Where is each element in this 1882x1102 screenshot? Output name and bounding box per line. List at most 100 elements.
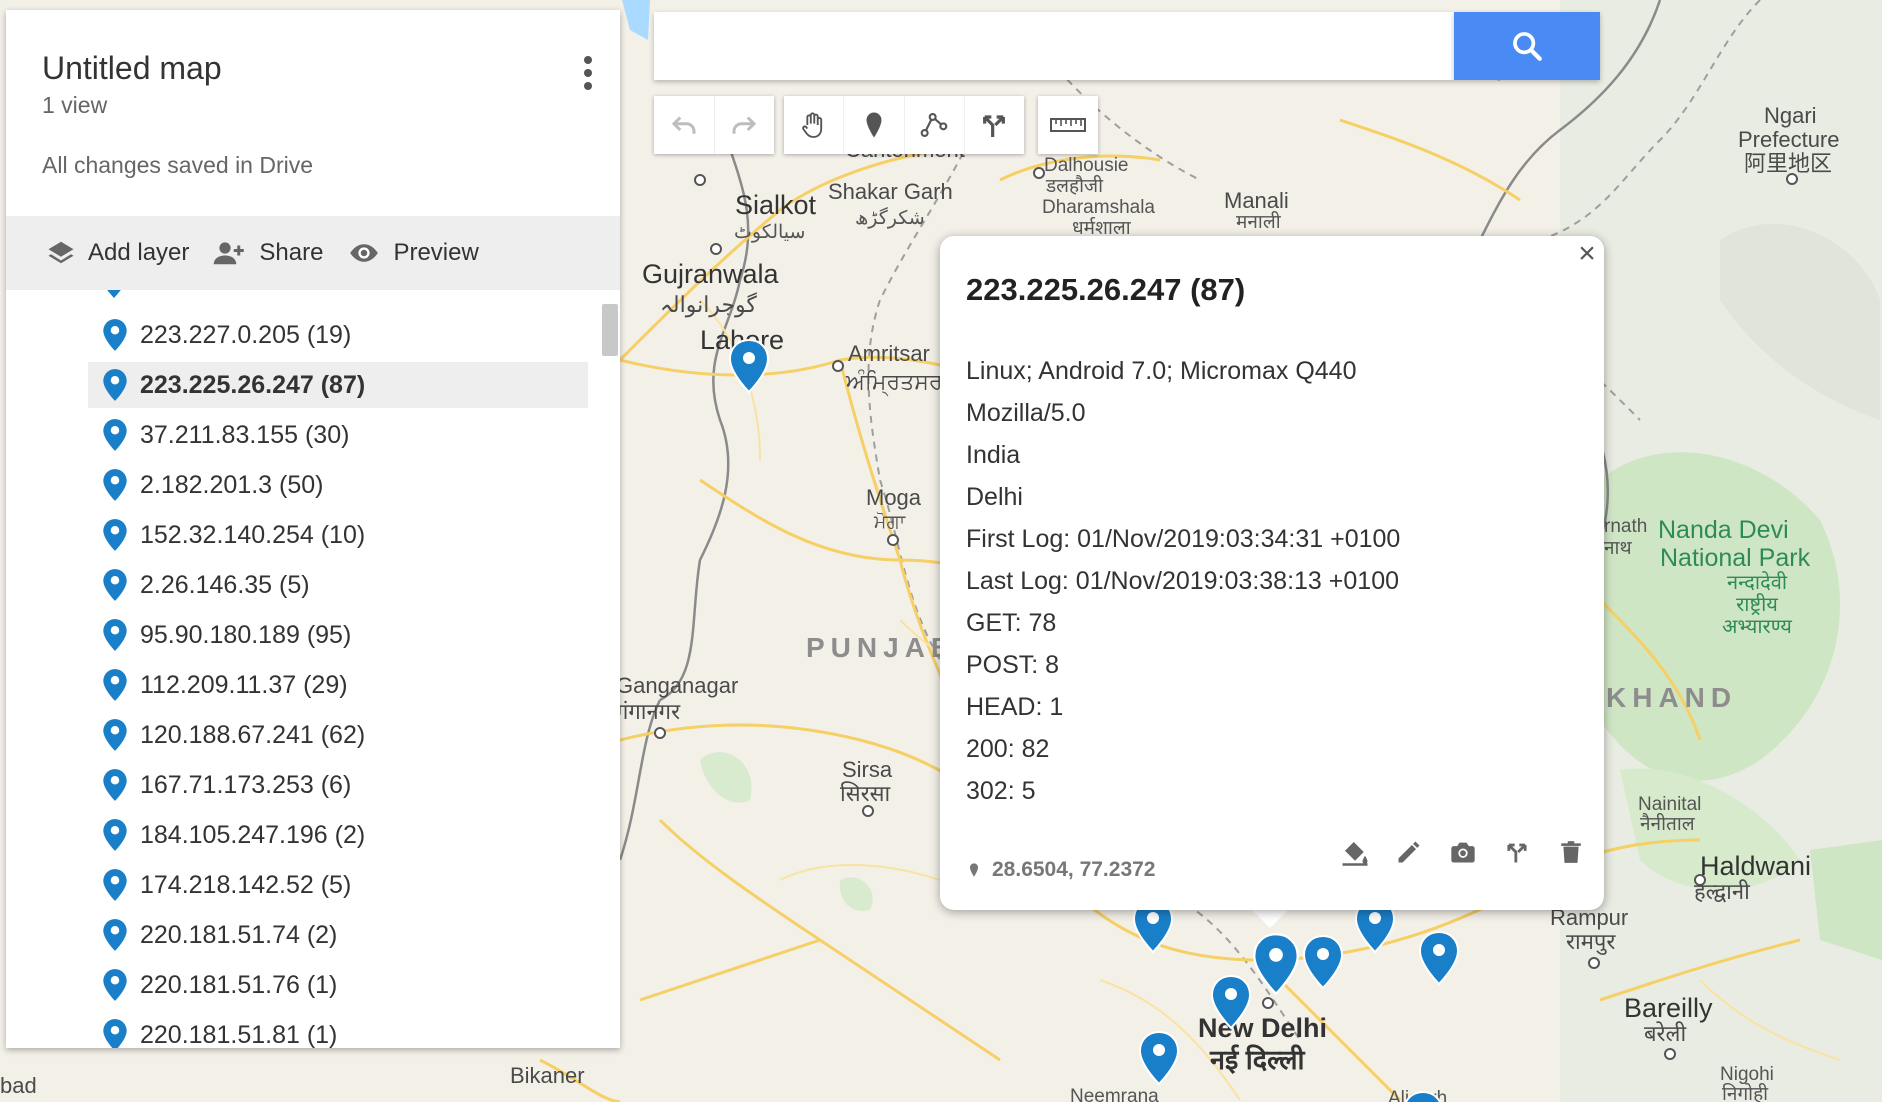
- map-marker[interactable]: [1418, 930, 1460, 986]
- info-detail-line: First Log: 01/Nov/2019:03:34:31 +0100: [966, 525, 1401, 553]
- edit-button[interactable]: [1382, 830, 1436, 874]
- add-photo-button[interactable]: [1436, 830, 1490, 874]
- layer-item[interactable]: 95.90.180.189 (95): [88, 612, 588, 658]
- place-label-manali: Manali: [1224, 188, 1289, 213]
- redo-button[interactable]: [715, 96, 775, 154]
- layer-list-scrollbar[interactable]: [602, 304, 618, 356]
- layers-icon: [48, 241, 74, 264]
- layer-item-label: 152.32.140.254 (10): [140, 520, 366, 549]
- add-layer-label: Add layer: [88, 239, 190, 266]
- layer-item-label: 220.181.51.81 (1): [140, 1020, 338, 1049]
- place-label-moga: Moga: [866, 485, 922, 510]
- place-label-gujranwala: Gujranwala: [642, 259, 779, 289]
- paint-bucket-icon: [1342, 842, 1368, 866]
- directions-here-button[interactable]: [1490, 830, 1544, 874]
- close-button[interactable]: ×: [1574, 239, 1600, 269]
- layer-item[interactable]: 167.71.173.253 (6): [88, 762, 588, 808]
- marker-icon: [103, 519, 127, 551]
- add-layer-button[interactable]: Add layer: [44, 238, 189, 268]
- map-marker[interactable]: [1402, 1090, 1444, 1102]
- layer-item-label: 37.211.83.155 (30): [140, 420, 350, 449]
- pan-tool-button[interactable]: [784, 96, 845, 154]
- layer-item-label: 2.182.201.3 (50): [140, 470, 324, 499]
- place-label-gujranwala-native: گوجرانوالہ: [660, 292, 757, 317]
- layer-item[interactable]: 2.182.201.3 (50): [88, 462, 588, 508]
- layer-list: 223.227.0.205 (19) 223.225.26.247 (87) 37.…: [6, 290, 620, 1048]
- place-label-bikaner: Bikaner: [510, 1063, 585, 1088]
- share-button[interactable]: Share: [211, 238, 323, 268]
- share-label: Share: [259, 239, 324, 266]
- marker-icon: [103, 819, 127, 851]
- kebab-dot: [584, 69, 592, 77]
- info-details: Linux; Android 7.0; Micromax Q440 Mozilla…: [966, 350, 1400, 812]
- location-pin-icon: [970, 863, 978, 877]
- measure-button[interactable]: [1038, 96, 1098, 154]
- layer-item-label: 112.209.11.37 (29): [140, 670, 348, 699]
- layer-item[interactable]: 220.181.51.76 (1): [88, 962, 588, 1008]
- hand-icon: [801, 112, 822, 138]
- search-box[interactable]: [654, 12, 1466, 80]
- layer-item[interactable]: 220.181.51.81 (1): [88, 1012, 588, 1048]
- place-label-rnath: rnath: [1604, 516, 1648, 537]
- place-label-ganganagar: Ganganagar: [616, 673, 739, 698]
- place-label-dalhousie: Dalhousie: [1044, 155, 1129, 176]
- directions-button[interactable]: [965, 96, 1024, 154]
- layer-item[interactable]: 152.32.140.254 (10): [88, 512, 588, 558]
- map-marker-selected[interactable]: [1252, 932, 1300, 996]
- place-label-ngari: Ngari: [1764, 103, 1817, 128]
- draw-line-button[interactable]: [905, 96, 965, 154]
- marker-icon: [103, 719, 127, 751]
- side-panel: Untitled map 1 view All changes saved in…: [6, 10, 620, 1048]
- layer-item[interactable]: 223.227.0.205 (19): [88, 312, 588, 358]
- search-input[interactable]: [654, 12, 1466, 80]
- map-marker[interactable]: [1210, 974, 1252, 1030]
- layer-item[interactable]: 174.218.142.52 (5): [88, 862, 588, 908]
- place-label-nanda-devi: Nanda Devi: [1658, 516, 1789, 544]
- place-label-shakar-garh-native: شکرگڑھ: [855, 208, 925, 229]
- layer-item[interactable]: 223.225.26.247 (87): [88, 362, 588, 408]
- info-detail-line: POST: 8: [966, 651, 1060, 679]
- marker-icon: [107, 290, 121, 298]
- layer-item[interactable]: 220.181.51.74 (2): [88, 912, 588, 958]
- place-label-bareilly-native: बरेली: [1644, 1021, 1687, 1046]
- place-label-punjab: PUNJAB: [806, 632, 958, 663]
- layer-item[interactable]: 112.209.11.37 (29): [88, 662, 588, 708]
- place-label-nanda-devi-park: National Park: [1660, 544, 1811, 572]
- layer-item-label: 184.105.247.196 (2): [140, 820, 366, 849]
- add-person-icon: [214, 242, 245, 265]
- place-label-nanda-devi-native: नन्दादेवी राष्ट्रीय अभ्यारण्य: [1722, 572, 1792, 638]
- measure-toolbar: [1038, 96, 1098, 154]
- info-detail-line: Linux; Android 7.0; Micromax Q440: [966, 357, 1357, 385]
- marker-icon: [103, 869, 127, 901]
- info-detail-line: 302: 5: [966, 777, 1036, 805]
- add-marker-button[interactable]: [844, 96, 905, 154]
- layer-item[interactable]: 2.26.146.35 (5): [88, 562, 588, 608]
- eye-icon: [350, 244, 379, 262]
- map-marker[interactable]: [1138, 1030, 1180, 1086]
- info-actions: [1328, 830, 1598, 874]
- layer-item-label: 2.26.146.35 (5): [140, 570, 310, 599]
- undo-button[interactable]: [654, 96, 715, 154]
- search-button[interactable]: [1454, 12, 1600, 80]
- style-button[interactable]: [1328, 830, 1382, 874]
- tools-toolbar: [784, 96, 1024, 154]
- info-detail-line: 200: 82: [966, 735, 1050, 763]
- layer-item[interactable]: 37.211.83.155 (30): [88, 412, 588, 458]
- coordinates-text: 28.6504, 77.2372: [992, 858, 1156, 881]
- info-coordinates: 28.6504, 77.2372: [966, 858, 1156, 882]
- layer-item[interactable]: 120.188.67.241 (62): [88, 712, 588, 758]
- map-marker[interactable]: [728, 338, 770, 394]
- place-label-new-delhi-native: नई दिल्ली: [1210, 1045, 1305, 1075]
- marker-icon: [103, 419, 127, 451]
- more-options-button[interactable]: [574, 48, 602, 98]
- map-title[interactable]: Untitled map: [42, 50, 222, 87]
- layer-item[interactable]: 184.105.247.196 (2): [88, 812, 588, 858]
- draw-line-icon: [920, 112, 948, 138]
- place-label-rampur-native: रामपुर: [1566, 929, 1616, 954]
- place-label-manali-native: मनाली: [1236, 212, 1281, 233]
- place-label-sialkot: Sialkot: [735, 190, 817, 220]
- directions-icon: [1507, 843, 1527, 863]
- preview-button[interactable]: Preview: [345, 238, 479, 268]
- map-marker[interactable]: [1302, 934, 1344, 990]
- delete-button[interactable]: [1544, 830, 1598, 874]
